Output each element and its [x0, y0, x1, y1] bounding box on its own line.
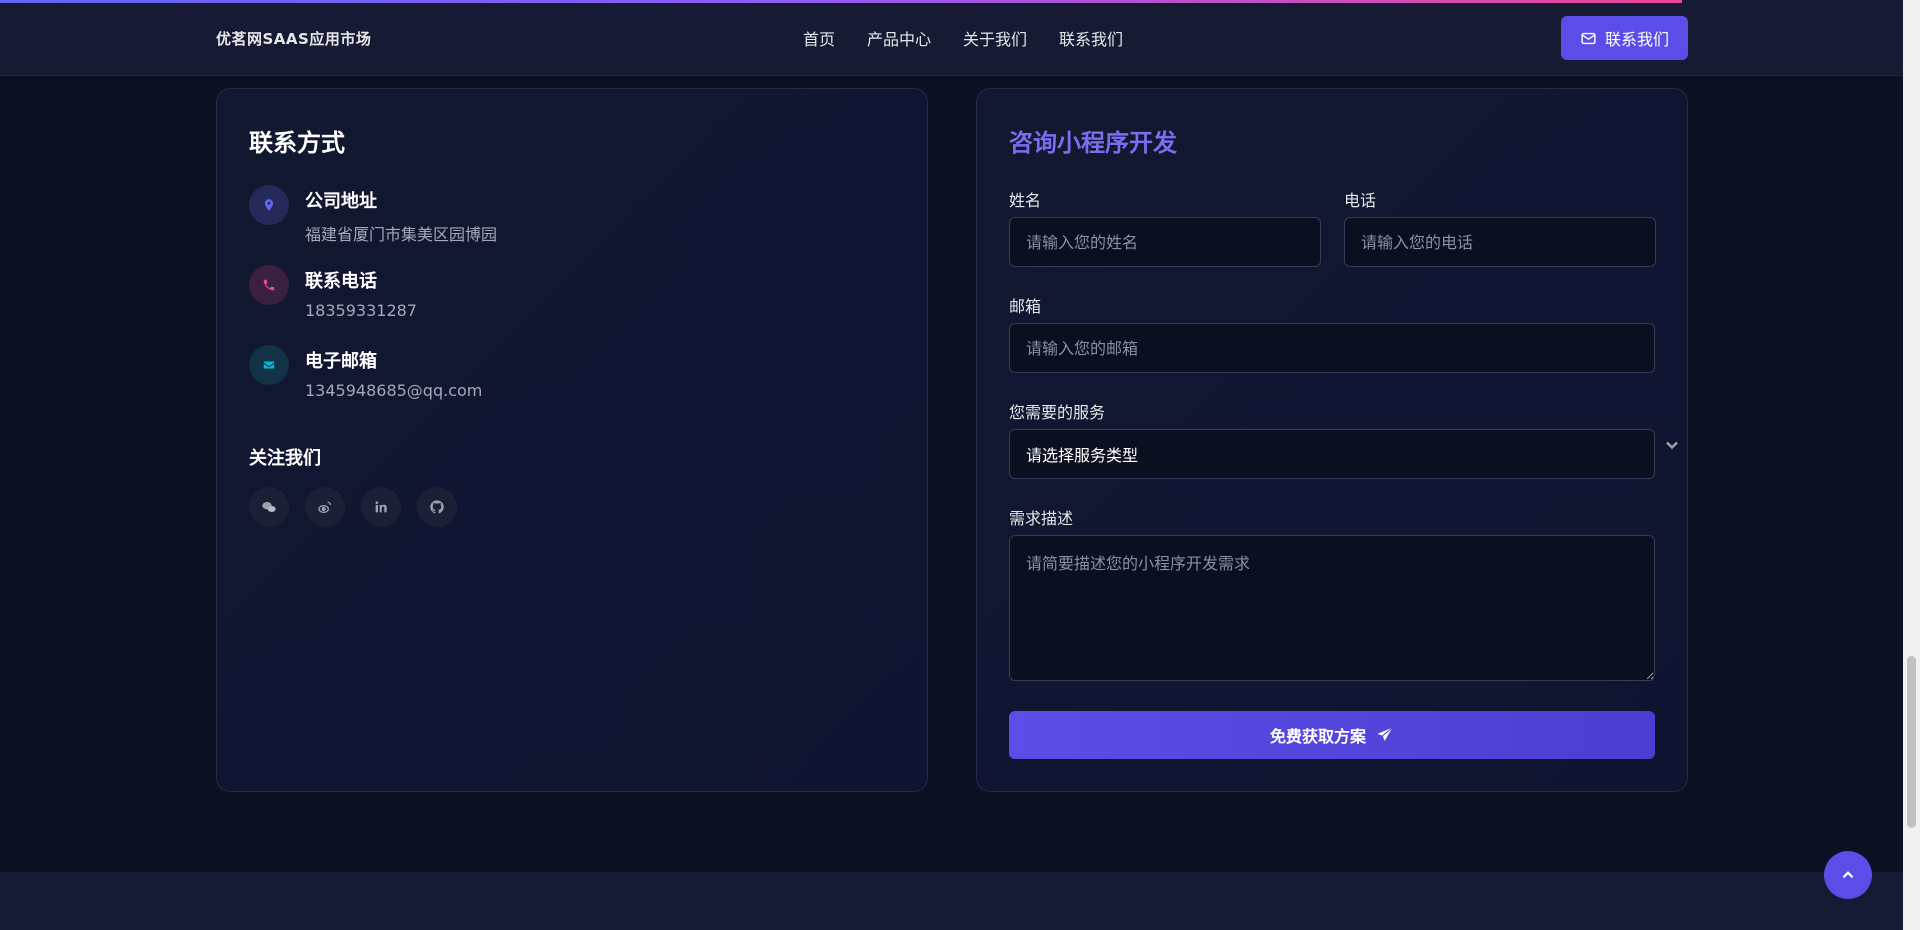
submit-label: 免费获取方案 [1269, 727, 1366, 746]
contact-us-button[interactable]: 联系我们 [1561, 16, 1688, 60]
phone-input[interactable] [1344, 217, 1656, 267]
email-field-label: 邮箱 [1009, 297, 1042, 316]
main-nav: 首页 产品中心 关于我们 联系我们 [803, 26, 1155, 50]
address-label: 公司地址 [305, 191, 377, 212]
phone-value[interactable]: 18359331287 [305, 301, 417, 320]
site-header: 优茗网SAAS应用市场 首页 产品中心 关于我们 联系我们 联系我们 [0, 0, 1903, 76]
description-textarea[interactable] [1009, 535, 1655, 681]
phone-label: 联系电话 [305, 271, 377, 292]
brand-logo[interactable]: 优茗网SAAS应用市场 [216, 28, 371, 49]
follow-title: 关注我们 [249, 448, 321, 469]
consult-form-card: 咨询小程序开发 姓名 电话 邮箱 您需要的服务 请选择服务类型 需求描述 免费获… [976, 88, 1688, 792]
name-input[interactable] [1009, 217, 1321, 267]
contact-title: 联系方式 [249, 129, 345, 157]
location-icon [249, 185, 289, 225]
page-scrollbar[interactable] [1903, 0, 1920, 930]
name-label: 姓名 [1009, 191, 1042, 210]
envelope-icon [1581, 32, 1596, 44]
email-value[interactable]: 1345948685@qq.com [305, 381, 482, 400]
phone-icon [249, 265, 289, 305]
chevron-up-icon [1842, 871, 1854, 879]
linkedin-icon[interactable] [361, 487, 401, 527]
top-gradient-bar [0, 0, 1682, 3]
github-icon[interactable] [417, 487, 457, 527]
service-label: 您需要的服务 [1009, 403, 1106, 422]
desc-label: 需求描述 [1009, 509, 1074, 528]
email-label: 电子邮箱 [305, 351, 377, 372]
form-title: 咨询小程序开发 [1009, 129, 1177, 157]
nav-home[interactable]: 首页 [803, 26, 835, 50]
nav-products[interactable]: 产品中心 [867, 26, 931, 50]
nav-contact[interactable]: 联系我们 [1059, 26, 1123, 50]
back-to-top-button[interactable] [1824, 851, 1872, 899]
envelope-icon [249, 345, 289, 385]
address-value: 福建省厦门市集美区园博园 [305, 225, 498, 244]
service-selected-value: 请选择服务类型 [1026, 446, 1139, 465]
phone-item: 联系电话 18359331287 [249, 265, 417, 320]
contact-us-label: 联系我们 [1604, 30, 1669, 49]
paper-plane-icon [1377, 727, 1393, 741]
email-item: 电子邮箱 1345948685@qq.com [249, 345, 482, 400]
address-item: 公司地址 福建省厦门市集美区园博园 [249, 185, 497, 245]
contact-info-card: 联系方式 公司地址 福建省厦门市集美区园博园 联系电话 18359331287 … [216, 88, 928, 792]
email-input[interactable] [1009, 323, 1655, 373]
social-links [249, 487, 457, 527]
phone-field-label: 电话 [1344, 191, 1377, 210]
weibo-icon[interactable] [305, 487, 345, 527]
scrollbar-thumb[interactable] [1907, 656, 1916, 828]
chevron-down-icon[interactable] [1662, 435, 1682, 455]
service-select[interactable]: 请选择服务类型 [1009, 429, 1655, 479]
submit-button[interactable]: 免费获取方案 [1009, 711, 1655, 759]
footer-band [0, 872, 1903, 930]
wechat-icon[interactable] [249, 487, 289, 527]
nav-about[interactable]: 关于我们 [963, 26, 1027, 50]
